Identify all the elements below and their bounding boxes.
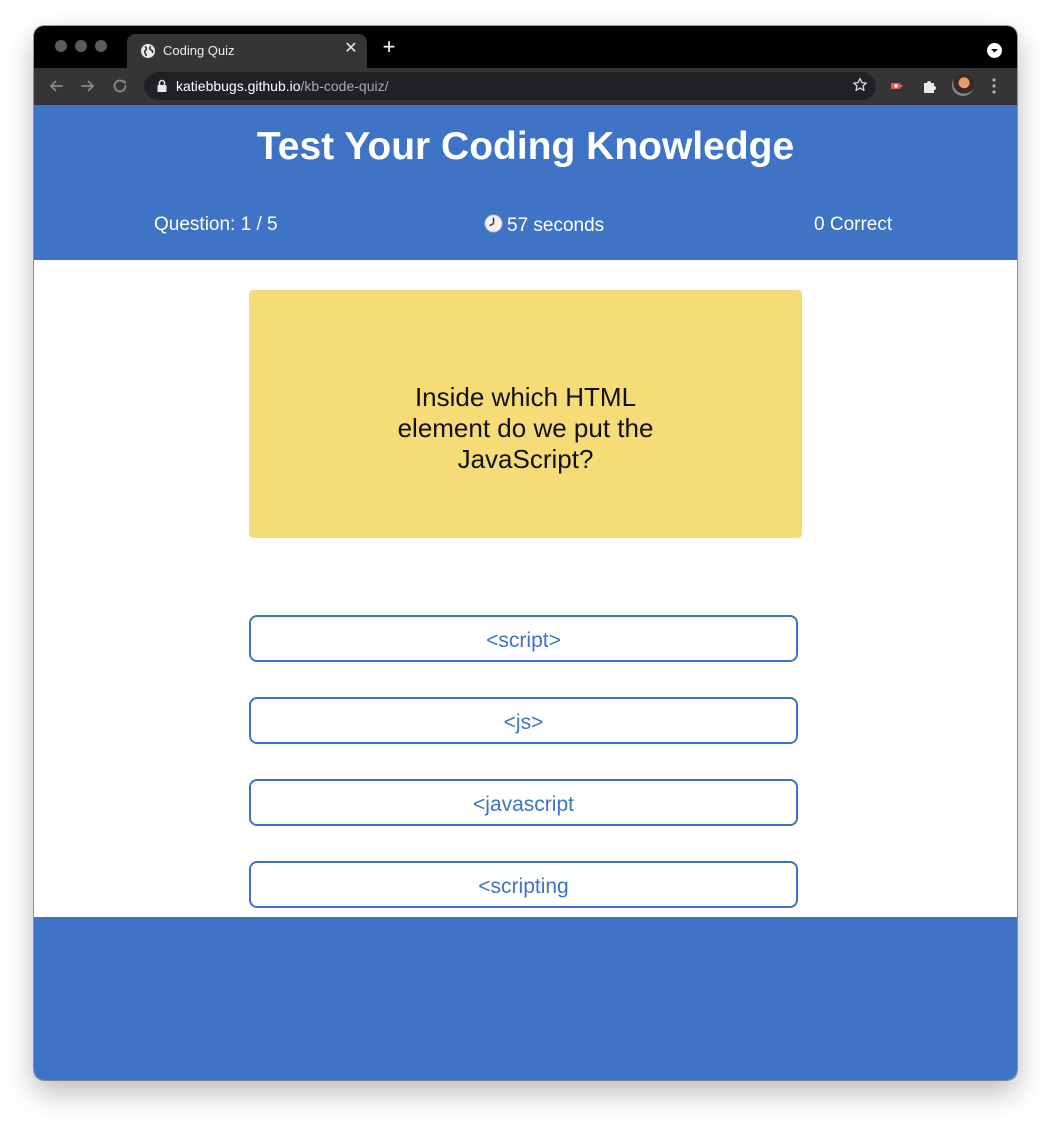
question-counter: Question: 1 / 5 xyxy=(154,214,278,235)
back-arrow-icon[interactable] xyxy=(45,75,67,97)
tab-strip: Coding Quiz ✕ + xyxy=(34,26,1017,68)
clock-icon xyxy=(484,214,503,233)
url-path: /kb-code-quiz/ xyxy=(300,78,389,94)
window-close-button[interactable] xyxy=(55,40,67,52)
answer-button-4[interactable]: <scripting xyxy=(249,861,798,908)
browser-window: Coding Quiz ✕ + katiebbugs.github.io/kb-… xyxy=(34,26,1017,1080)
reload-icon[interactable] xyxy=(109,75,131,97)
forward-arrow-icon[interactable] xyxy=(77,75,99,97)
new-tab-button[interactable]: + xyxy=(379,36,399,58)
url-host: katiebbugs.github.io xyxy=(176,78,301,94)
more-vertical-icon[interactable] xyxy=(990,76,998,96)
extension-recorder-icon[interactable] xyxy=(888,76,908,96)
close-tab-button[interactable]: ✕ xyxy=(342,40,360,58)
page-footer xyxy=(34,917,1017,1080)
lock-icon xyxy=(157,79,167,92)
puzzle-piece-icon[interactable] xyxy=(920,76,940,96)
question-text: Inside which HTML element do we put the … xyxy=(397,382,654,474)
answer-button-1[interactable]: <script> xyxy=(249,615,798,662)
answer-button-2[interactable]: <js> xyxy=(249,697,798,744)
globe-icon xyxy=(141,44,155,58)
url-text: katiebbugs.github.io/kb-code-quiz/ xyxy=(176,78,388,94)
page-content: Test Your Coding Knowledge Question: 1 /… xyxy=(34,105,1017,1080)
question-card: Inside which HTML element do we put the … xyxy=(249,290,802,538)
quiz-header: Test Your Coding Knowledge Question: 1 /… xyxy=(34,105,1017,260)
answer-button-3[interactable]: <javascript xyxy=(249,779,798,826)
timer-text: 57 seconds xyxy=(507,215,605,236)
tab-search-button[interactable] xyxy=(987,43,1002,58)
timer: 57 seconds xyxy=(484,214,604,237)
tab-title: Coding Quiz xyxy=(163,43,235,58)
chevron-down-icon xyxy=(991,49,998,53)
window-zoom-button[interactable] xyxy=(95,40,107,52)
browser-toolbar: katiebbugs.github.io/kb-code-quiz/ xyxy=(34,68,1017,105)
page-title: Test Your Coding Knowledge xyxy=(256,125,795,168)
profile-avatar[interactable] xyxy=(952,74,974,96)
tab-coding-quiz[interactable]: Coding Quiz ✕ xyxy=(127,34,367,68)
score-counter: 0 Correct xyxy=(814,214,893,235)
star-icon[interactable] xyxy=(852,77,868,93)
window-minimize-button[interactable] xyxy=(75,40,87,52)
address-bar[interactable]: katiebbugs.github.io/kb-code-quiz/ xyxy=(144,72,876,100)
